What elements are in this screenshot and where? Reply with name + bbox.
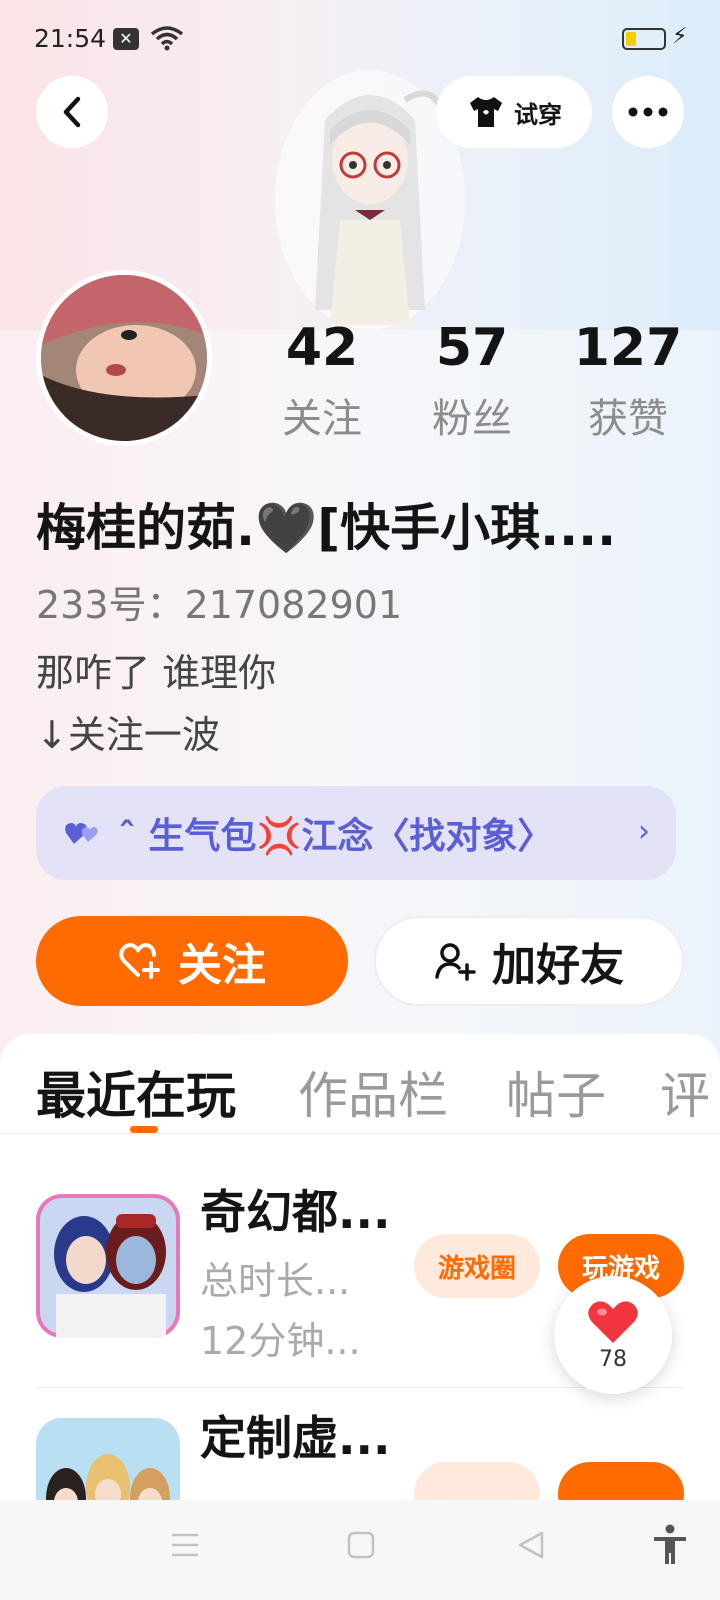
game-name: 定制虚...	[200, 1411, 391, 1465]
following-count: 42	[285, 318, 359, 378]
chevron-left-icon	[63, 96, 81, 128]
more-dots-icon	[628, 107, 668, 117]
likes-label: 获赞	[588, 396, 668, 442]
stat-following[interactable]: 42 关注	[252, 318, 392, 444]
try-on-label: 试穿	[514, 100, 562, 129]
back-nav-icon[interactable]	[516, 1530, 546, 1560]
tab-indicator	[130, 1126, 158, 1133]
follow-button[interactable]: 关注	[36, 916, 348, 1006]
followers-count: 57	[435, 318, 509, 378]
bio-line-1: 那咋了 谁理你	[36, 651, 277, 695]
try-on-button[interactable]: 试穿	[436, 76, 592, 148]
stat-followers[interactable]: 57 粉丝	[402, 318, 542, 444]
battery-icon	[622, 28, 666, 50]
charging-icon: ⚡	[672, 24, 688, 49]
add-friend-label: 加好友	[492, 940, 624, 991]
hearts-icon	[65, 823, 98, 844]
game-icon	[36, 1194, 180, 1338]
profile-avatar[interactable]	[36, 270, 212, 446]
add-friend-button[interactable]: 加好友	[374, 916, 684, 1006]
heart-icon	[588, 1300, 638, 1343]
heart-plus-icon	[119, 943, 160, 979]
wifi-icon	[150, 26, 184, 51]
tab-recently-played[interactable]: 最近在玩	[36, 1056, 236, 1128]
game-circle-button[interactable]: 游戏圈	[414, 1234, 540, 1298]
notification-icon: ✕	[113, 28, 139, 50]
tab-bar: 最近在玩 作品栏 帖子 评	[0, 1034, 720, 1134]
tab-reviews[interactable]: 评	[660, 1056, 710, 1128]
follow-label: 关注	[178, 940, 266, 991]
tab-posts[interactable]: 帖子	[506, 1056, 606, 1128]
club-label: ˆ 生气包💢江念〈找对象〉	[118, 816, 554, 857]
followers-label: 粉丝	[432, 396, 512, 442]
floating-like-button[interactable]: 78	[554, 1276, 672, 1394]
like-count: 78	[599, 1346, 627, 1372]
menu-nav-icon[interactable]	[170, 1530, 200, 1560]
bio-line-2: ↓关注一波	[36, 713, 220, 757]
user-id[interactable]: 233号：217082901	[36, 574, 402, 629]
tab-works[interactable]: 作品栏	[298, 1056, 448, 1128]
likes-count: 127	[573, 318, 683, 378]
game-total-time-value: 12分钟...	[200, 1319, 361, 1363]
add-person-icon	[435, 943, 476, 981]
game-total-time-label: 总时长...	[200, 1259, 351, 1303]
avatar-photo	[41, 275, 207, 441]
club-banner[interactable]: ˆ 生气包💢江念〈找对象〉 ›	[36, 786, 676, 880]
following-label: 关注	[282, 396, 362, 442]
accessibility-icon[interactable]	[652, 1524, 688, 1566]
stat-likes[interactable]: 127 获赞	[558, 318, 698, 444]
home-nav-icon[interactable]	[346, 1530, 376, 1560]
back-button[interactable]	[36, 76, 108, 148]
chevron-right-icon: ›	[638, 814, 650, 849]
nickname: 梅桂的茹.🖤[快手小琪....	[36, 499, 617, 557]
system-nav-bar	[0, 1500, 720, 1600]
tshirt-icon	[470, 97, 502, 127]
game-name: 奇幻都...	[200, 1185, 391, 1239]
more-button[interactable]	[612, 76, 684, 148]
status-time: 21:54	[34, 24, 107, 53]
